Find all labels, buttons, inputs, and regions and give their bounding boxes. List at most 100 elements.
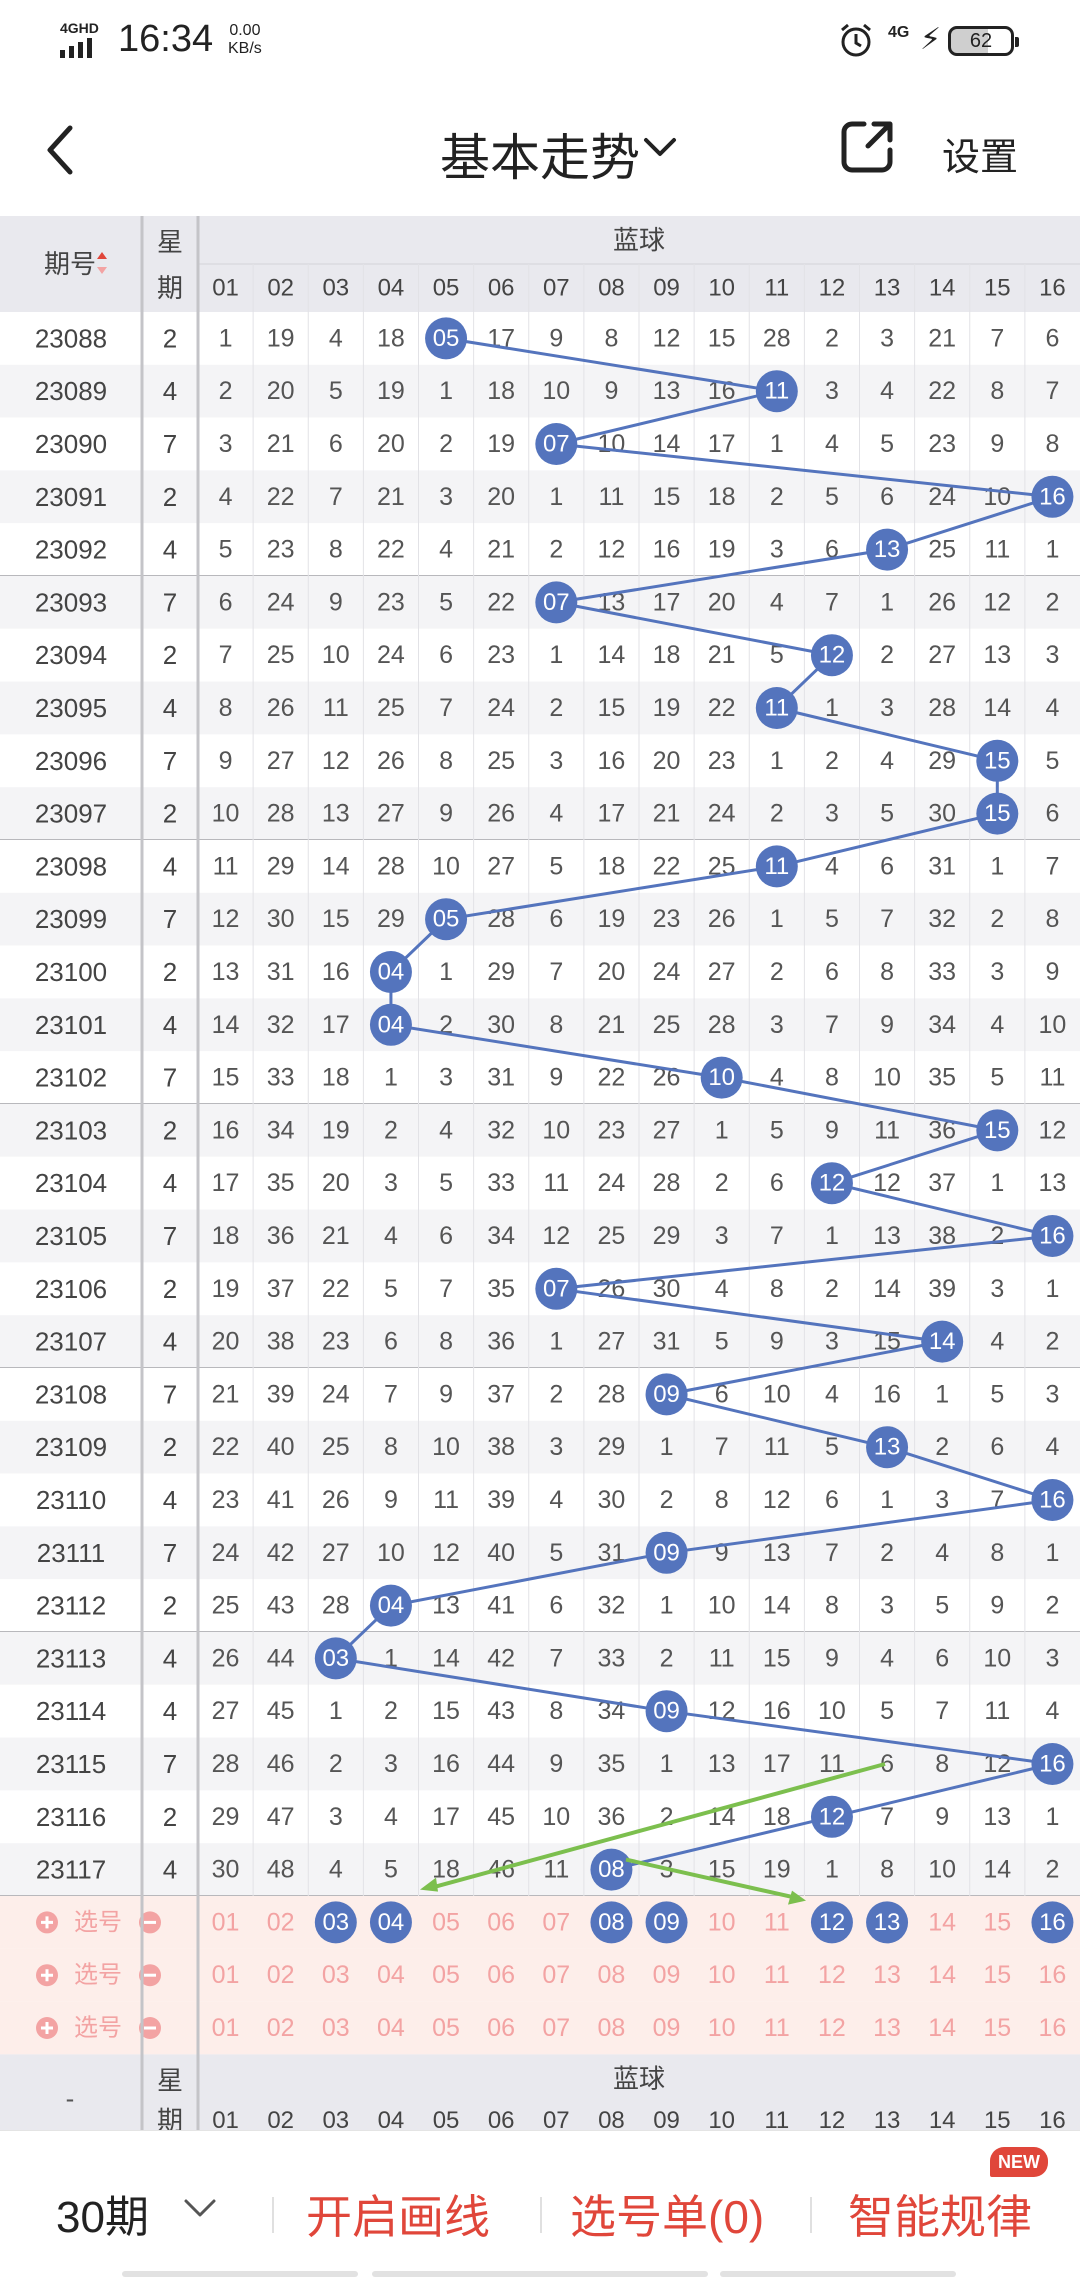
cell-value: 6: [825, 1486, 839, 1514]
cell-value: 23: [212, 1486, 240, 1514]
chevron-down-icon[interactable]: [182, 2193, 218, 2223]
weekday: 2: [163, 1591, 177, 1621]
settings-button[interactable]: 设置: [942, 126, 1018, 181]
cell-value: 2: [935, 1433, 949, 1461]
cell-value: 1: [219, 324, 233, 352]
cell-value: 24: [487, 694, 515, 722]
weekday: 7: [163, 1379, 177, 1409]
cell-value: 25: [487, 747, 515, 775]
cell-value: 7: [1045, 377, 1059, 405]
issue-number: 23112: [36, 1591, 106, 1621]
cell-value: 5: [770, 1116, 784, 1144]
blue-col-header: 08: [598, 275, 625, 302]
cell-value: 1: [825, 1222, 839, 1250]
cell-value: 38: [487, 1433, 515, 1461]
period-selector[interactable]: 30期: [56, 2181, 149, 2245]
blue-col-header: 13: [874, 275, 901, 302]
cell-value: 34: [928, 1011, 956, 1039]
cell-value: 8: [439, 747, 453, 775]
cell-value: 13: [322, 800, 350, 828]
cell-value: 3: [880, 1592, 894, 1620]
cell-value: 13: [983, 641, 1011, 669]
network-type: 4G: [888, 24, 910, 41]
cell-value: 11: [709, 1644, 735, 1672]
hit-ball-label: 03: [322, 1645, 349, 1672]
cell-value: 4: [219, 483, 233, 511]
cell-value: 44: [487, 1750, 515, 1778]
cell-value: 16: [322, 958, 350, 986]
weekday: 4: [163, 1485, 177, 1515]
cell-value: 10: [212, 800, 240, 828]
select-number: 08: [598, 1961, 626, 1989]
cell-value: 1: [880, 588, 894, 616]
cell-value: 2: [439, 430, 453, 458]
blue-col-header: 01: [212, 275, 239, 302]
weekday: 7: [163, 429, 177, 459]
select-label: 选号: [74, 1909, 122, 1936]
cell-value: 1: [1045, 536, 1059, 564]
select-number: 10: [708, 1908, 736, 1936]
cell-value: 39: [487, 1486, 515, 1514]
cell-value: 6: [549, 905, 563, 933]
cell-value: 2: [660, 1644, 674, 1672]
weekday: 4: [163, 376, 177, 406]
smart-rules-button[interactable]: 智能规律: [848, 2181, 1032, 2247]
week-header-top: 星: [157, 227, 183, 257]
cell-value: 1: [990, 852, 1004, 880]
cell-value: 7: [1045, 852, 1059, 880]
cell-value: 4: [384, 1222, 398, 1250]
cell-value: 4: [880, 1644, 894, 1672]
selection-list-button[interactable]: 选号单(0): [570, 2181, 764, 2247]
select-number: 02: [267, 2014, 295, 2042]
cell-value: 8: [1045, 430, 1059, 458]
cell-value: 2: [990, 1222, 1004, 1250]
cell-value: 5: [715, 1328, 729, 1356]
select-number: 04: [377, 1961, 405, 1989]
cell-value: 1: [825, 694, 839, 722]
cell-value: 27: [598, 1328, 626, 1356]
cell-value: 39: [267, 1380, 295, 1408]
chevron-down-icon[interactable]: [640, 128, 680, 168]
cell-value: 33: [487, 1169, 515, 1197]
draw-line-button[interactable]: 开启画线: [306, 2181, 490, 2247]
cell-value: 22: [322, 1275, 350, 1303]
cell-value: 33: [928, 958, 956, 986]
cell-value: 27: [928, 641, 956, 669]
cell-value: 11: [984, 1697, 1010, 1725]
issue-number: 23109: [35, 1432, 107, 1462]
blue-col-header: 07: [543, 275, 570, 302]
alarm-icon: [841, 23, 871, 57]
cell-value: 19: [212, 1275, 240, 1303]
bottom-toolbar: 30期 开启画线 选号单(0) 智能规律 NEW: [0, 2130, 1080, 2281]
cell-value: 26: [322, 1486, 350, 1514]
select-number: 15: [983, 1961, 1011, 1989]
cell-value: 12: [322, 747, 350, 775]
cell-value: 4: [825, 430, 839, 458]
cell-value: 8: [549, 1697, 563, 1725]
cell-value: 9: [549, 324, 563, 352]
cell-value: 2: [384, 1697, 398, 1725]
hit-ball-label: 15: [984, 800, 1011, 827]
cell-value: 2: [1045, 588, 1059, 616]
cell-value: 6: [1045, 800, 1059, 828]
cell-value: 3: [1045, 1380, 1059, 1408]
cell-value: 14: [983, 694, 1011, 722]
cell-value: 11: [874, 1116, 900, 1144]
cell-value: 28: [708, 1011, 736, 1039]
weekday: 4: [163, 1643, 177, 1673]
weekday: 7: [163, 1538, 177, 1568]
cell-value: 28: [653, 1169, 681, 1197]
cell-value: 8: [990, 377, 1004, 405]
cell-value: 10: [928, 1856, 956, 1884]
cell-value: 21: [598, 1011, 626, 1039]
cell-value: 29: [267, 852, 295, 880]
issue-number: 23089: [35, 376, 107, 406]
cell-value: 27: [322, 1539, 350, 1567]
share-icon[interactable]: [838, 116, 898, 176]
cell-value: 3: [770, 536, 784, 564]
cell-value: 2: [770, 483, 784, 511]
cell-value: 7: [825, 1011, 839, 1039]
page-title[interactable]: 基本走势: [0, 118, 1080, 190]
cell-value: 7: [770, 1222, 784, 1250]
cell-value: 40: [267, 1433, 295, 1461]
